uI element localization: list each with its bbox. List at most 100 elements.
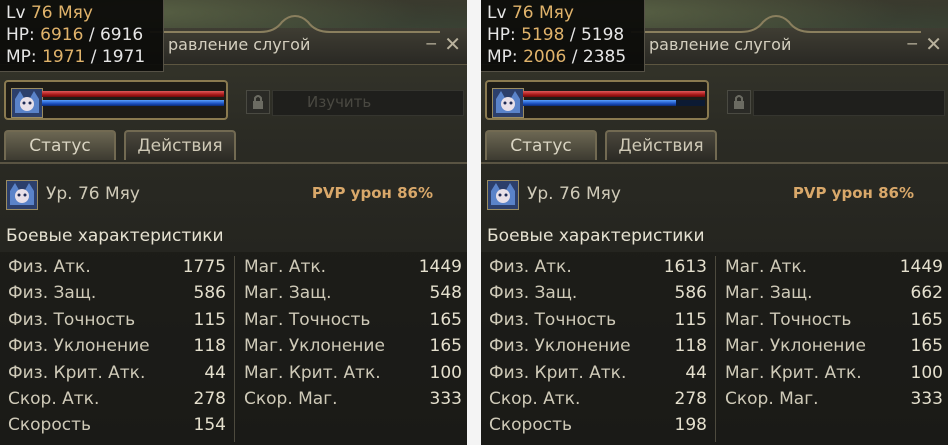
stat-label: Скорость <box>489 415 572 436</box>
stat-value: 165 <box>910 336 943 357</box>
stat-label: Маг. Крит. Атк. <box>725 362 862 383</box>
servant-portrait-icon <box>11 88 43 118</box>
stat-row: Маг. Точность 165 <box>244 310 462 336</box>
stat-row: Скор. Атк. 278 <box>489 389 707 415</box>
stats-column-divider <box>715 256 716 442</box>
stat-label: Физ. Точность <box>489 309 617 330</box>
pvp-damage: PVP урон 86% <box>311 184 433 202</box>
stat-label: Физ. Уклонение <box>489 336 631 357</box>
tooltip-hp: HP: 6916 / 6916 <box>6 25 144 45</box>
titlebar-ornament-icon <box>631 14 921 33</box>
tooltip-hp: HP: 5198 / 5198 <box>487 25 625 45</box>
servant-level: Ур. 76 Мяу <box>46 184 140 204</box>
hp-bar <box>523 91 705 97</box>
level-row: Ур. 76 Мяу PVP урон 86% <box>481 176 948 212</box>
stat-value: 154 <box>193 415 226 436</box>
servant-level: Ур. 76 Мяу <box>527 184 621 204</box>
servant-status-frame[interactable] <box>485 80 709 120</box>
stat-row: Маг. Атк. 1449 <box>725 257 943 283</box>
tooltip-mp: MP: 2006 / 2385 <box>487 47 627 67</box>
stat-row: Физ. Уклонение 118 <box>489 336 707 362</box>
minimize-icon[interactable]: ‒ <box>907 35 918 53</box>
stat-value: 662 <box>910 283 943 304</box>
stat-label: Физ. Защ. <box>489 283 578 304</box>
stat-label: Маг. Уклонение <box>244 336 385 357</box>
stat-label: Физ. Атк. <box>8 257 91 277</box>
stat-value: 1775 <box>182 257 226 277</box>
stat-row: Маг. Крит. Атк. 100 <box>244 363 462 389</box>
stat-row: Физ. Точность 115 <box>489 310 707 336</box>
stat-label: Скор. Атк. <box>8 388 100 409</box>
locked-slot-bar: Изучить <box>272 90 464 116</box>
stat-row: Маг. Крит. Атк. 100 <box>725 363 943 389</box>
section-combat-stats: Боевые характеристики <box>487 226 705 246</box>
background-learn-label: Изучить <box>307 93 372 111</box>
stat-value: 333 <box>429 388 462 409</box>
stat-label: Физ. Атк. <box>489 257 572 277</box>
servant-hud <box>481 76 948 124</box>
stat-row: Скорость 154 <box>8 415 226 441</box>
stat-row: Маг. Точность 165 <box>725 310 943 336</box>
stat-row: Физ. Крит. Атк. 44 <box>8 363 226 389</box>
stat-label: Физ. Защ. <box>8 283 97 304</box>
stat-label: Физ. Крит. Атк. <box>489 362 627 383</box>
tab-actions[interactable]: Действия <box>605 130 717 160</box>
locked-slot-bar <box>753 90 945 116</box>
stat-value: 1449 <box>418 257 462 277</box>
stat-row: Маг. Уклонение 165 <box>725 336 943 362</box>
lock-icon[interactable] <box>727 90 751 114</box>
mp-bar <box>42 100 224 106</box>
lock-icon[interactable] <box>246 90 270 114</box>
magical-stats-column: Маг. Атк. 1449 Маг. Защ. 662 Маг. Точность 16… <box>725 257 943 415</box>
stat-value: 44 <box>685 362 707 383</box>
stat-row: Маг. Атк. 1449 <box>244 257 462 283</box>
stat-label: Маг. Защ. <box>244 283 332 304</box>
servant-status-frame[interactable] <box>4 80 228 120</box>
stat-value: 44 <box>204 362 226 383</box>
stat-value: 118 <box>193 336 226 357</box>
physical-stats-column: Физ. Атк. 1613 Физ. Защ. 586 Физ. Точность 11… <box>489 257 707 442</box>
servant-bars <box>42 91 224 109</box>
stat-value: 333 <box>910 388 943 409</box>
window-title: равление слугой <box>168 35 311 54</box>
tab-divider <box>0 162 467 164</box>
stat-label: Маг. Уклонение <box>725 336 866 357</box>
stat-value: 586 <box>674 283 707 304</box>
tab-status[interactable]: Статус <box>485 130 597 160</box>
tooltip-mp: MP: 1971 / 1971 <box>6 47 146 67</box>
stat-value: 1449 <box>899 257 943 277</box>
tab-divider <box>481 162 948 164</box>
stat-label: Маг. Точность <box>725 309 852 330</box>
servant-portrait-icon <box>492 88 524 118</box>
minimize-icon[interactable]: ‒ <box>426 35 437 53</box>
stat-row: Физ. Защ. 586 <box>8 283 226 309</box>
titlebar-ornament-icon <box>150 14 440 33</box>
stat-row: Физ. Защ. 586 <box>489 283 707 309</box>
magical-stats-column: Маг. Атк. 1449 Маг. Защ. 548 Маг. Точность 16… <box>244 257 462 415</box>
tab-actions[interactable]: Действия <box>124 130 236 160</box>
pvp-damage: PVP урон 86% <box>792 184 914 202</box>
window-title: равление слугой <box>649 35 792 54</box>
stat-label: Маг. Атк. <box>725 257 808 277</box>
stat-value: 1613 <box>663 257 707 277</box>
tab-status[interactable]: Статус <box>4 130 116 160</box>
stat-row: Скор. Атк. 278 <box>8 389 226 415</box>
stat-row: Физ. Крит. Атк. 44 <box>489 363 707 389</box>
stat-value: 118 <box>674 336 707 357</box>
stat-value: 548 <box>429 283 462 304</box>
stat-label: Физ. Крит. Атк. <box>8 362 146 383</box>
stat-row: Физ. Точность 115 <box>8 310 226 336</box>
physical-stats-column: Физ. Атк. 1775 Физ. Защ. 586 Физ. Точность 11… <box>8 257 226 442</box>
stat-row: Маг. Уклонение 165 <box>244 336 462 362</box>
stat-row: Физ. Атк. 1613 <box>489 257 707 283</box>
stat-value: 165 <box>910 309 943 330</box>
stats-column-divider <box>234 256 235 442</box>
close-icon[interactable]: ✕ <box>925 34 942 54</box>
stat-row: Скорость 198 <box>489 415 707 441</box>
close-icon[interactable]: ✕ <box>444 34 461 54</box>
stat-row: Маг. Защ. 662 <box>725 283 943 309</box>
servant-avatar-icon <box>6 180 38 210</box>
hp-bar <box>42 91 224 97</box>
stat-value: 165 <box>429 309 462 330</box>
servant-bars <box>523 91 705 109</box>
